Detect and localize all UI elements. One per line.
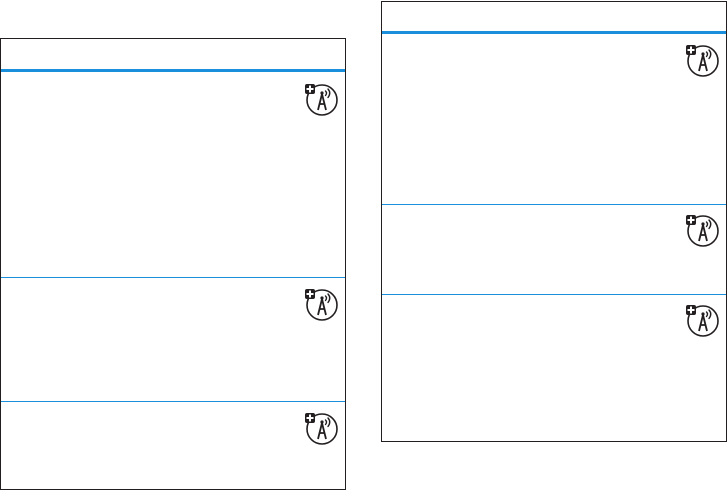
- table-row: [382, 205, 726, 295]
- network-feature-icon: [303, 80, 339, 116]
- network-feature-icon: [684, 41, 720, 77]
- table-row: [1, 278, 345, 402]
- network-feature-icon: [684, 211, 720, 247]
- table-row: [382, 34, 726, 205]
- table-row: [1, 72, 345, 278]
- table-header: [382, 2, 726, 34]
- network-feature-icon: [303, 285, 339, 321]
- table-header: [1, 39, 345, 72]
- network-feature-icon: [303, 409, 339, 445]
- table-row: [1, 402, 345, 489]
- feature-table-right: [381, 1, 727, 442]
- table-row: [382, 295, 726, 441]
- network-feature-icon: [684, 301, 720, 337]
- feature-table-left: [0, 38, 346, 490]
